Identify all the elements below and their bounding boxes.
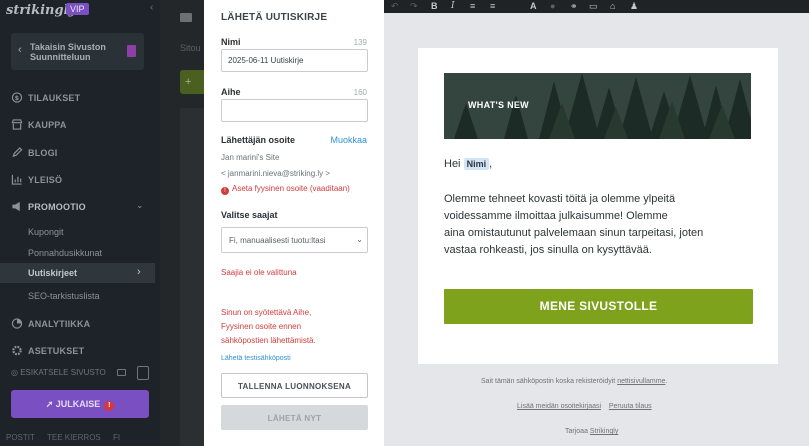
nav-popups[interactable]: Ponnahdusikkunat <box>28 248 102 258</box>
text-color-icon[interactable]: ● <box>550 0 555 12</box>
name-label: Nimi <box>221 37 241 47</box>
powered-by: Tarjoaa Strikingly <box>565 428 619 435</box>
hero-title: WHAT'S NEW <box>468 100 529 110</box>
store-icon <box>11 119 24 130</box>
website-link[interactable]: nettisivullamme <box>617 378 665 385</box>
mail-icon <box>180 13 192 22</box>
chart-icon <box>11 174 24 185</box>
alert-badge: ! <box>104 401 115 411</box>
save-draft-button[interactable]: TALLENNA LUONNOKSENA <box>221 373 368 398</box>
bottom-links: POSTIT TEE KIERROS FI <box>6 433 130 442</box>
megaphone-icon <box>11 201 24 212</box>
tour-link[interactable]: TEE KIERROS <box>47 433 101 442</box>
sidebar: strikingly VIP ‹ ‹ Takaisin Sivuston Suu… <box>0 0 160 446</box>
name-char-count: 139 <box>353 38 367 47</box>
preview-site-row[interactable]: ◎ ESIKATSELE SIVUSTO <box>11 366 153 380</box>
eye-icon: ◎ <box>11 368 21 377</box>
bold-icon[interactable]: B <box>431 0 438 12</box>
edit-sender-link[interactable]: Muokkaa <box>330 135 367 145</box>
posts-link[interactable]: POSTIT <box>6 433 35 442</box>
nav-newsletters[interactable]: Uutiskirjeet › <box>0 263 155 283</box>
dollar-icon: $ <box>11 92 24 103</box>
background-add-button: + <box>180 70 204 94</box>
nav-settings[interactable]: ASETUKSET <box>11 345 84 356</box>
hero-image[interactable]: WHAT'S NEW <box>444 73 751 139</box>
align-left-icon[interactable]: ≡ <box>470 0 475 12</box>
chevron-down-icon: ⌄ <box>136 200 144 210</box>
footer-links: Lisää meidän osoitekirjaasi Peruuta tila… <box>517 403 652 410</box>
nav-orders[interactable]: $ TILAUKSET <box>11 92 80 103</box>
name-input[interactable] <box>221 49 368 72</box>
link-icon[interactable]: ⚭ <box>570 0 578 12</box>
sender-label: Lähettäjän osoite <box>221 135 296 145</box>
send-now-button[interactable]: LÄHETÄ NYT <box>221 405 368 430</box>
nav-analytics[interactable]: ANALYTIIKKA <box>11 318 90 329</box>
formatting-toolbar: ↶ ↷ B I ≡ ≡ A ● ⚭ ▭ ⌂ ♟ <box>384 0 809 13</box>
nav-audience[interactable]: YLEISÖ <box>11 174 62 185</box>
vip-badge: VIP <box>66 3 89 15</box>
recipients-error: Saajia ei ole valittuna <box>221 268 297 277</box>
language-link[interactable]: FI <box>113 433 120 442</box>
greeting[interactable]: Hei Nimi, <box>444 158 492 170</box>
validation-error: Sinun on syötettävä Aihe, Fyysinen osoit… <box>221 308 316 345</box>
merge-tag-name[interactable]: Nimi <box>463 158 490 170</box>
newsletter-form-panel: LÄHETÄ UUTISKIRJE Nimi 139 Aihe 160 Lähe… <box>204 0 384 446</box>
rocket-icon: ➚ <box>45 399 56 409</box>
back-to-editor-label: Takaisin Sivuston Suunnitteluun <box>30 42 106 62</box>
pen-icon <box>11 147 24 158</box>
nav-blog[interactable]: BLOGI <box>11 147 58 158</box>
subject-label: Aihe <box>221 87 241 97</box>
nav-seo-checklist[interactable]: SEO-tarkistuslista <box>28 291 100 301</box>
book-icon <box>127 45 136 57</box>
sender-email: < janmarini.nieva@striking.ly > <box>221 169 331 178</box>
background-page-overlay: Sitou + <box>160 0 204 446</box>
image-icon[interactable]: ⌂ <box>610 0 615 12</box>
recipients-select[interactable]: Fi, manuaalisesti tuotu:ltasi ⌄ <box>221 227 368 253</box>
back-to-editor-button[interactable]: ‹ Takaisin Sivuston Suunnitteluun <box>11 33 144 70</box>
email-preview-card: WHAT'S NEW Hei Nimi, Olemme tehneet kova… <box>418 48 778 364</box>
recipients-label: Valitse saajat <box>221 210 278 220</box>
chevron-down-icon: ⌄ <box>354 235 363 244</box>
publish-button[interactable]: ➚ JULKAISE! <box>11 390 149 418</box>
set-address-link[interactable]: ! Aseta fyysinen osoite (vaaditaan) <box>221 184 350 195</box>
collapse-sidebar-button[interactable]: ‹ <box>150 2 153 13</box>
unsubscribe-link[interactable]: Peruuta tilaus <box>609 403 652 410</box>
redo-icon[interactable]: ↷ <box>410 0 418 12</box>
svg-text:$: $ <box>15 94 20 102</box>
visit-site-button[interactable]: MENE SIVUSTOLLE <box>444 289 753 324</box>
nav-coupons[interactable]: Kupongit <box>28 227 64 237</box>
nav-promotion[interactable]: PROMOOTIO <box>11 201 86 212</box>
form-title: LÄHETÄ UUTISKIRJE <box>221 12 328 23</box>
background-text: Sitou <box>180 43 201 53</box>
subject-input[interactable] <box>221 99 368 122</box>
align-center-icon[interactable]: ≡ <box>490 0 495 12</box>
person-icon[interactable]: ♟ <box>630 0 638 12</box>
subject-char-count: 160 <box>353 88 367 97</box>
text-style-icon[interactable]: A <box>530 0 537 12</box>
chevron-right-icon: › <box>137 266 141 278</box>
sender-name: Jan marini's Site <box>221 153 280 162</box>
strikingly-link[interactable]: Strikingly <box>590 428 618 435</box>
email-body-text[interactable]: Olemme tehneet kovasti töitä ja olemme y… <box>444 191 764 259</box>
footer-notice: Sait tämän sähköpostin koska rekisteröid… <box>481 378 668 385</box>
background-panel <box>180 108 204 446</box>
add-to-address-book-link[interactable]: Lisää meidän osoitekirjaasi <box>517 403 601 410</box>
analytics-icon <box>11 318 24 329</box>
desktop-preview-icon[interactable] <box>117 369 126 376</box>
undo-icon[interactable]: ↶ <box>391 0 399 12</box>
italic-icon[interactable]: I <box>451 0 455 12</box>
warning-icon: ! <box>221 187 229 195</box>
email-editor: ↶ ↷ B I ≡ ≡ A ● ⚭ ▭ ⌂ ♟ WHAT'S NEW Hei N… <box>384 0 809 446</box>
nav-store[interactable]: KAUPPA <box>11 119 67 130</box>
send-test-email-link[interactable]: Lähetä testisähköposti <box>221 355 291 362</box>
settings-icon <box>11 345 24 356</box>
button-icon[interactable]: ▭ <box>589 0 598 12</box>
mobile-preview-icon[interactable] <box>137 366 149 380</box>
chevron-left-icon: ‹ <box>18 44 22 56</box>
